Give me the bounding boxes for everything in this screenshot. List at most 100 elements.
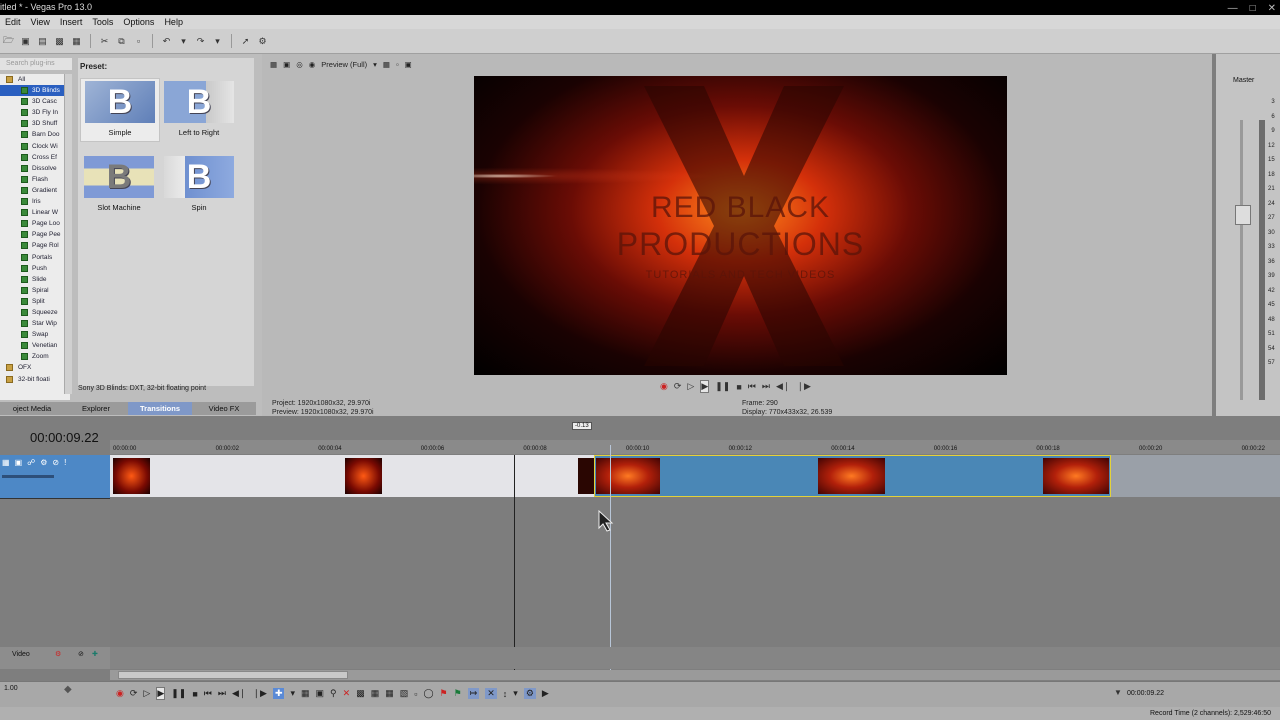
timeline-timecode[interactable]: 00:00:09.22	[30, 430, 99, 445]
properties-icon[interactable]: ▦	[70, 35, 83, 48]
previous-frame-icon[interactable]: ◀❘	[776, 381, 790, 392]
selection-edit-icon[interactable]: ▣	[316, 688, 325, 699]
dropdown-icon[interactable]: ▾	[211, 35, 224, 48]
track-fx-icon[interactable]: ☍	[27, 458, 35, 467]
tree-item[interactable]: Page Loo	[0, 218, 70, 229]
record-icon[interactable]: ◉	[116, 688, 124, 699]
preset-spin[interactable]: B Spin	[160, 156, 238, 212]
trim-start-icon[interactable]: ▦	[371, 688, 380, 699]
render-icon[interactable]: ▩	[53, 35, 66, 48]
track-mute-icon[interactable]: ⊘	[52, 458, 59, 467]
copy-snapshot-icon[interactable]: ▫	[396, 60, 399, 69]
timeline-ruler[interactable]	[110, 440, 1280, 454]
bus-motion-icon[interactable]: ✚	[92, 650, 98, 658]
marker-icon[interactable]: ⚑	[440, 688, 448, 699]
tree-item[interactable]: All	[0, 74, 70, 85]
region-icon[interactable]: ⚑	[454, 688, 462, 699]
preset-left-to-right[interactable]: B Left to Right	[160, 81, 238, 137]
tree-item[interactable]: Slide	[0, 274, 70, 285]
preview-quality-dropdown[interactable]: Preview (Full)	[321, 60, 367, 69]
tree-item[interactable]: Flash	[0, 174, 70, 185]
rate-slider-handle[interactable]: ◆	[64, 684, 72, 695]
normal-edit-tool-icon[interactable]: ✚	[272, 688, 285, 699]
trim-icon[interactable]: ▩	[356, 688, 365, 699]
pause-icon[interactable]: ❚❚	[715, 381, 730, 392]
pause-icon[interactable]: ❚❚	[171, 688, 186, 699]
tree-item[interactable]: Dissolve	[0, 163, 70, 174]
tree-item[interactable]: Portals	[0, 252, 70, 263]
tree-item[interactable]: Squeeze	[0, 307, 70, 318]
video-frame[interactable]: RED BLACK PRODUCTIONS TUTORIALS AND TECH…	[474, 76, 1007, 375]
split-icon[interactable]: ▧	[400, 688, 409, 699]
tree-item[interactable]: Spiral	[0, 285, 70, 296]
auto-crossfade-icon[interactable]: ✕	[485, 688, 497, 699]
zoom-edit-icon[interactable]: ⚲	[330, 688, 337, 699]
track-solo-icon[interactable]: !	[64, 458, 66, 467]
tree-scrollbar[interactable]	[64, 74, 72, 394]
menu-options[interactable]: Options	[118, 17, 159, 27]
preset-simple[interactable]: B Simple	[80, 78, 160, 142]
tree-item[interactable]: Page Pee	[0, 229, 70, 240]
tree-item[interactable]: Star Wip	[0, 318, 70, 329]
cursor-position[interactable]: 00:00:09.22	[1127, 690, 1164, 697]
minimize-icon[interactable]: —	[1228, 1, 1238, 16]
play-icon[interactable]: ▶	[700, 380, 710, 393]
go-to-end-icon[interactable]: ⏭	[762, 381, 770, 392]
tree-item[interactable]: Push	[0, 263, 70, 274]
stop-icon[interactable]: ■	[736, 382, 741, 392]
ignore-grouping-icon[interactable]: ◯	[423, 688, 433, 699]
maximize-icon[interactable]: □	[1250, 1, 1256, 16]
next-frame-icon[interactable]: ❘▶	[252, 688, 266, 699]
bus-mute-icon[interactable]: ⊘	[78, 650, 84, 658]
tab-video-fx[interactable]: Video FX	[192, 402, 256, 415]
playhead[interactable]	[514, 455, 515, 670]
previous-frame-icon[interactable]: ◀❘	[232, 688, 246, 699]
copy-icon[interactable]: ⧉	[115, 35, 128, 48]
split-screen-icon[interactable]: ◉	[309, 60, 316, 69]
preset-slot-machine[interactable]: B Slot Machine	[80, 156, 158, 212]
tree-item[interactable]: Gradient	[0, 185, 70, 196]
menu-tools[interactable]: Tools	[87, 17, 118, 27]
menu-insert[interactable]: Insert	[55, 17, 88, 27]
tree-item[interactable]: Clock Wi	[0, 141, 70, 152]
lock-envelopes-icon[interactable]: ⚙	[523, 688, 536, 699]
menu-view[interactable]: View	[26, 17, 55, 27]
play-icon[interactable]: ▶	[156, 687, 166, 700]
timeline-horizontal-scrollbar[interactable]	[110, 670, 1280, 680]
preview-fx-icon[interactable]: ◎	[296, 60, 303, 69]
envelope-tool-icon[interactable]: ⚙	[256, 35, 269, 48]
paste-icon[interactable]: ▫	[132, 35, 145, 48]
lock-icon[interactable]: ▫	[414, 689, 417, 699]
next-frame-icon[interactable]: ❘▶	[796, 381, 810, 392]
save-snapshot-icon[interactable]: ▣	[405, 60, 412, 69]
save-icon[interactable]: ▣	[19, 35, 32, 48]
save-as-icon[interactable]: ▤	[36, 35, 49, 48]
dropdown-icon[interactable]: ▾	[177, 35, 190, 48]
envelope-edit-icon[interactable]: ▦	[301, 688, 310, 699]
tab-explorer[interactable]: Explorer	[64, 402, 128, 415]
scrollbar-thumb[interactable]	[118, 671, 348, 679]
video-track-header[interactable]: ▦ ▣ ☍ ⚙ ⊘ !	[0, 455, 110, 499]
open-icon[interactable]: 🗁	[2, 35, 15, 48]
record-icon[interactable]: ◉	[660, 381, 668, 392]
close-icon[interactable]: ✕	[1268, 1, 1276, 16]
loop-icon[interactable]: ⟳	[674, 381, 682, 392]
tree-item[interactable]: Zoom	[0, 351, 70, 362]
video-bus-track-header[interactable]: Video ⚙ ⊘ ✚	[0, 647, 110, 669]
edit-tool-icon[interactable]: ➚	[239, 35, 252, 48]
tree-item[interactable]: Venetian	[0, 340, 70, 351]
master-fader-handle[interactable]	[1235, 205, 1251, 225]
tree-item[interactable]: Page Rol	[0, 240, 70, 251]
loop-icon[interactable]: ⟳	[130, 688, 138, 699]
menu-help[interactable]: Help	[159, 17, 188, 27]
external-monitor-icon[interactable]: ▣	[283, 60, 290, 69]
tree-item[interactable]: Barn Doo	[0, 129, 70, 140]
play-from-start-icon[interactable]: ▷	[143, 688, 150, 699]
timeline-empty-area[interactable]	[110, 497, 1280, 647]
stop-icon[interactable]: ■	[192, 689, 197, 699]
tree-item[interactable]: OFX	[0, 362, 70, 373]
overlays-icon[interactable]: ▦	[383, 60, 390, 69]
redo-icon[interactable]: ↷	[194, 35, 207, 48]
go-to-end-icon[interactable]: ⏭	[218, 688, 226, 699]
bus-fx-icon[interactable]: ⚙	[55, 650, 61, 658]
